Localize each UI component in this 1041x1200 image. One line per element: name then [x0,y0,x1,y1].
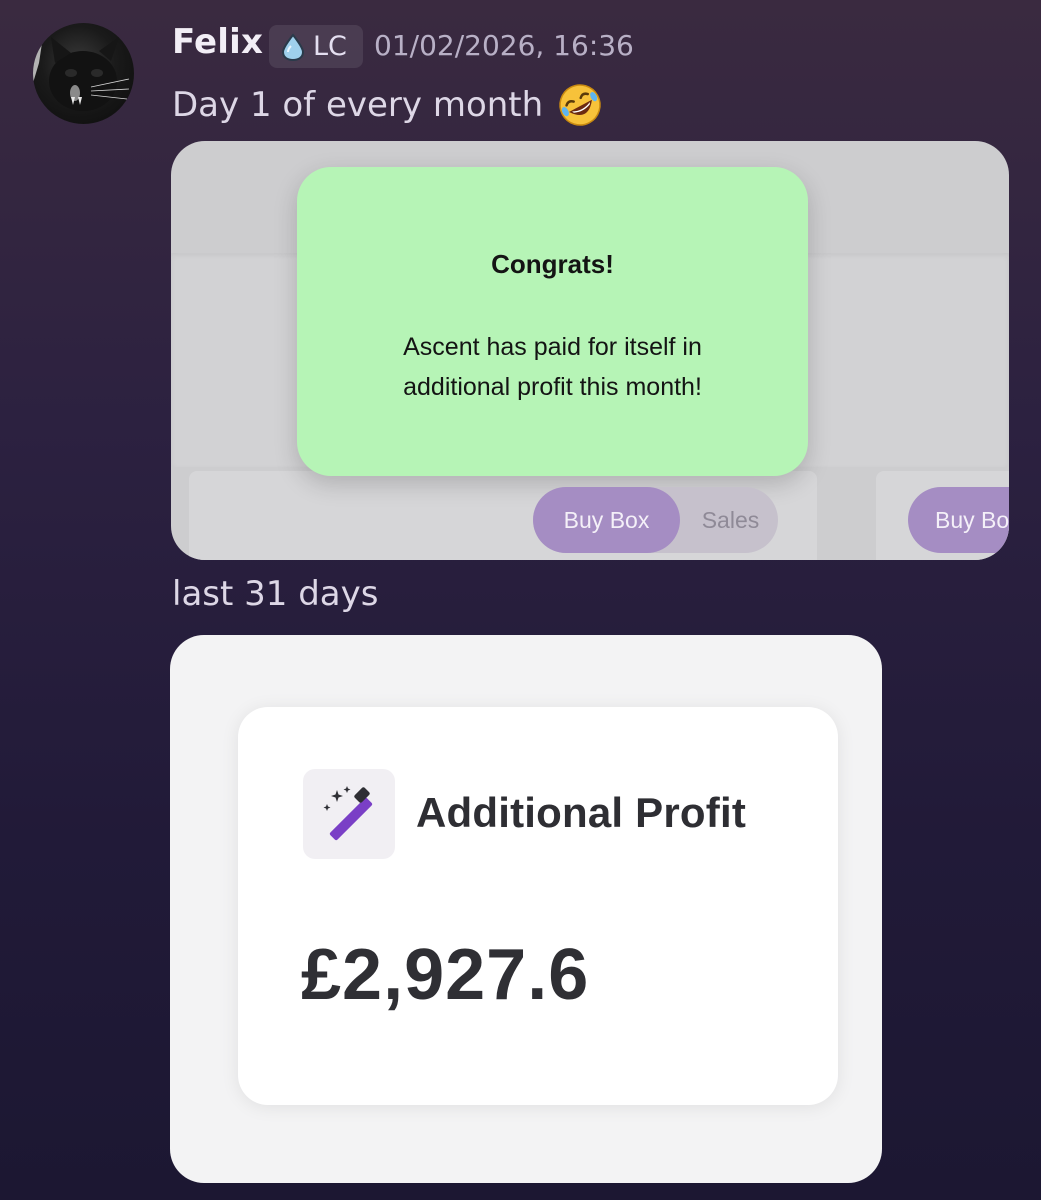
water-drop-icon [281,32,305,61]
icon-container [303,769,395,859]
congrats-body: Ascent has paid for itself in additional… [297,327,808,407]
congrats-body-line: additional profit this month! [403,373,702,401]
magic-wand-icon [323,786,373,841]
congrats-body-line: Ascent has paid for itself in [403,333,702,361]
additional-profit-value: £2,927.6 [301,935,590,1015]
black-cat-avatar-image [33,23,130,111]
message-timestamp: 01/02/2026, 16:36 [374,29,634,62]
congrats-modal: Congrats! Ascent has paid for itself in … [297,167,808,476]
role-tag[interactable]: LC [269,25,363,68]
buy-box-toggle-button-cropped[interactable]: Buy Bo [908,487,1009,553]
message-author[interactable]: Felix [172,22,263,62]
additional-profit-card: Additional Profit £2,927.6 [238,707,838,1105]
rolling-on-the-floor-laughing-emoji [559,84,601,126]
avatar[interactable] [33,23,134,124]
message-text: Day 1 of every month [172,80,605,130]
additional-profit-label: Additional Profit [416,789,747,836]
image-attachment-profit[interactable]: Additional Profit £2,927.6 [170,635,882,1183]
sales-toggle-button[interactable]: Sales [683,487,778,553]
role-tag-label: LC [313,31,347,62]
message-body: Day 1 of every month [172,85,544,125]
message-caption: last 31 days [172,574,379,614]
buy-box-toggle-button[interactable]: Buy Box [533,487,680,553]
image-attachment-congrats[interactable]: Congrats! Ascent has paid for itself in … [171,141,1009,560]
view-toggle: Buy Box Sales [533,487,778,553]
congrats-title: Congrats! [491,249,614,279]
